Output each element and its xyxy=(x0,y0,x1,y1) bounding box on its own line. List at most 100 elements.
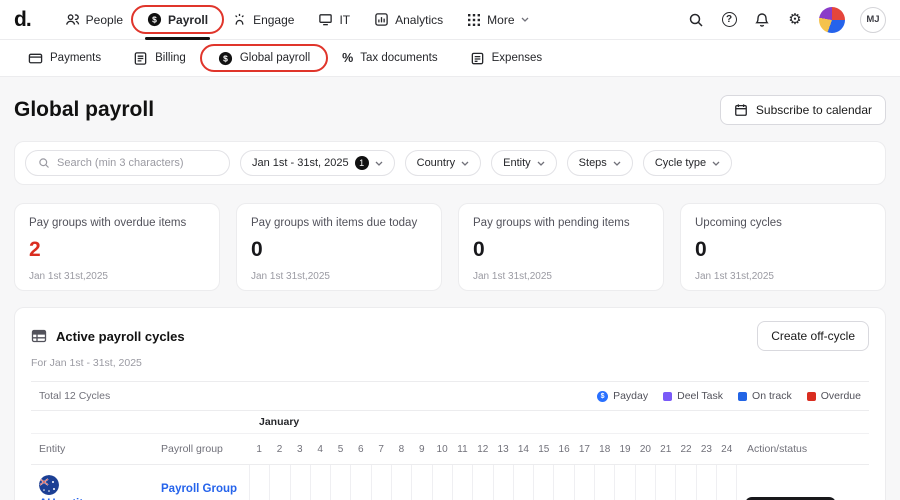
stat-label: Pay groups with pending items xyxy=(473,217,649,229)
page-header: Global payroll Subscribe to calendar xyxy=(14,95,886,125)
month-row-spacer xyxy=(31,411,161,433)
day-column-header-1: 1 xyxy=(249,434,269,464)
nav-item-it[interactable]: IT xyxy=(306,0,362,40)
cycles-header: Active payroll cycles Create off-cycle xyxy=(31,321,869,351)
day-cell-7 xyxy=(371,465,391,500)
stat-card-overdue: Pay groups with overdue items 2 Jan 1st … xyxy=(14,203,220,291)
nav-item-people-label: People xyxy=(86,13,123,27)
chevron-down-icon xyxy=(521,17,529,22)
deel-logo[interactable]: d. xyxy=(14,8,31,32)
nav-item-payroll-label: Payroll xyxy=(168,13,208,27)
day-column-header-18: 18 xyxy=(595,434,615,464)
day-cell-1 xyxy=(249,465,269,500)
entity-column-header: Entity xyxy=(31,434,161,464)
status-legend: $ Payday Deel Task On track xyxy=(597,390,861,402)
deel-global-payroll-page: d. People $ Payroll Engage xyxy=(0,0,900,500)
cycle-type-filter[interactable]: Cycle type xyxy=(643,150,732,176)
nav-item-engage[interactable]: Engage xyxy=(220,0,306,40)
subnav-item-payments[interactable]: Payments xyxy=(16,40,113,77)
nav-item-analytics-label: Analytics xyxy=(395,13,443,27)
day-cell-5 xyxy=(330,465,350,500)
nav-item-more[interactable]: More xyxy=(455,0,540,40)
help-icon[interactable]: ? xyxy=(720,11,738,29)
legend-on-track: On track xyxy=(738,390,792,402)
settings-gear-icon[interactable]: ⚙ xyxy=(786,11,804,29)
nav-item-people[interactable]: People xyxy=(53,0,135,40)
on-track-swatch xyxy=(738,392,747,401)
table-total-row: Total 12 Cycles $ Payday Deel Task On xyxy=(31,382,869,411)
country-filter[interactable]: Country xyxy=(405,150,482,176)
subnav-item-tax-documents-label: Tax documents xyxy=(360,52,437,64)
search-icon xyxy=(38,157,50,169)
subnav-item-tax-documents[interactable]: % Tax documents xyxy=(330,40,449,77)
day-header-row: 123456789101112131415161718192021222324 xyxy=(249,434,737,464)
overdue-swatch xyxy=(807,392,816,401)
bar-chart-icon xyxy=(374,12,389,27)
month-label: January xyxy=(249,411,299,433)
search-icon[interactable] xyxy=(687,11,705,29)
payroll-group-link[interactable]: Payroll Group xyxy=(161,483,249,495)
stat-card-pending: Pay groups with pending items 0 Jan 1st … xyxy=(458,203,664,291)
day-cell-11 xyxy=(452,465,472,500)
chevron-down-icon xyxy=(712,161,720,166)
day-cell-16 xyxy=(553,465,573,500)
subnav-item-expenses[interactable]: Expenses xyxy=(458,40,555,77)
stat-card-upcoming: Upcoming cycles 0 Jan 1st 31st,2025 xyxy=(680,203,886,291)
nav-item-payroll[interactable]: $ Payroll xyxy=(135,0,220,40)
subnav-item-global-payroll[interactable]: $ Global payroll xyxy=(206,40,322,77)
cycle-type-filter-label: Cycle type xyxy=(655,157,706,169)
day-column-header-11: 11 xyxy=(452,434,472,464)
day-column-header-16: 16 xyxy=(554,434,574,464)
card-icon xyxy=(28,51,43,66)
day-column-header-15: 15 xyxy=(534,434,554,464)
total-cycles-label: Total 12 Cycles xyxy=(39,390,110,402)
payroll-group-column-header: Payroll group xyxy=(161,434,249,464)
day-column-header-23: 23 xyxy=(696,434,716,464)
gear-glyph: ⚙ xyxy=(788,12,801,27)
active-payroll-cycles-card: Active payroll cycles Create off-cycle F… xyxy=(14,307,886,500)
main-content: Global payroll Subscribe to calendar Jan… xyxy=(0,77,900,500)
day-cell-15 xyxy=(533,465,553,500)
create-off-cycle-button[interactable]: Create off-cycle xyxy=(757,321,869,351)
day-column-header-14: 14 xyxy=(513,434,533,464)
search-field[interactable] xyxy=(25,150,230,176)
cycles-subtitle: For Jan 1st - 31st, 2025 xyxy=(31,357,869,369)
steps-filter-label: Steps xyxy=(579,157,607,169)
svg-text:$: $ xyxy=(223,53,228,63)
stat-label: Upcoming cycles xyxy=(695,217,871,229)
subnav-item-billing[interactable]: Billing xyxy=(121,40,198,77)
org-avatar[interactable] xyxy=(819,7,845,33)
payroll-group-cell: Payroll Group 41 People xyxy=(161,465,249,500)
day-column-header-6: 6 xyxy=(351,434,371,464)
month-row-spacer xyxy=(737,411,869,433)
month-row: January xyxy=(31,411,869,434)
nav-item-engage-label: Engage xyxy=(253,13,294,27)
entity-filter[interactable]: Entity xyxy=(491,150,557,176)
day-column-header-5: 5 xyxy=(330,434,350,464)
receipt-icon xyxy=(470,51,485,66)
user-avatar[interactable]: MJ xyxy=(860,7,886,33)
stat-date: Jan 1st 31st,2025 xyxy=(473,271,649,282)
subnav-item-global-payroll-label: Global payroll xyxy=(240,52,310,64)
billing-doc-icon xyxy=(133,51,148,66)
australia-flag-icon xyxy=(39,475,59,495)
subscribe-to-calendar-button[interactable]: Subscribe to calendar xyxy=(720,95,886,125)
legend-payday: $ Payday xyxy=(597,390,648,402)
notifications-bell-icon[interactable] xyxy=(753,11,771,29)
grid-dots-icon xyxy=(467,13,481,27)
day-column-header-21: 21 xyxy=(656,434,676,464)
stat-value: 2 xyxy=(29,238,205,262)
day-cell-23 xyxy=(696,465,716,500)
topnav-right-cluster: ? ⚙ MJ xyxy=(687,7,886,33)
day-cell-4 xyxy=(310,465,330,500)
percent-icon: % xyxy=(342,51,353,65)
day-cell-13 xyxy=(493,465,513,500)
subnav-item-billing-label: Billing xyxy=(155,52,186,64)
day-cells xyxy=(249,465,737,500)
monitor-icon xyxy=(318,12,333,27)
search-input[interactable] xyxy=(57,157,217,169)
filter-bar: Jan 1st - 31st, 2025 1 Country Entity S xyxy=(14,141,886,185)
nav-item-analytics[interactable]: Analytics xyxy=(362,0,455,40)
date-range-filter[interactable]: Jan 1st - 31st, 2025 1 xyxy=(240,150,395,176)
steps-filter[interactable]: Steps xyxy=(567,150,633,176)
